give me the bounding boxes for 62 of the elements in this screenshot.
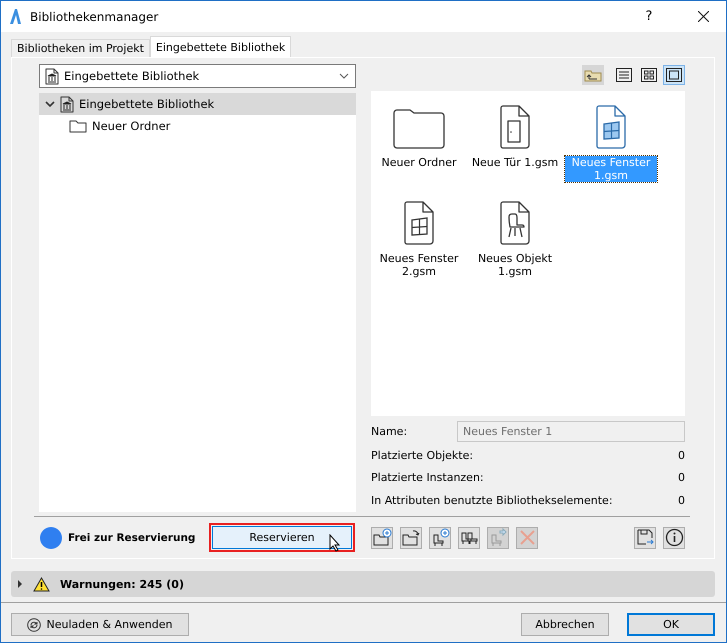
status-text: Frei zur Reservierung [68, 532, 196, 544]
warning-icon [33, 576, 50, 592]
door-icon [500, 105, 530, 149]
name-label: Name: [371, 425, 408, 438]
file-item[interactable]: Neuer Ordner [371, 101, 467, 197]
folder-icon [393, 109, 445, 149]
folder-up-icon [584, 68, 602, 82]
stat-value: 0 [678, 494, 685, 507]
reload-apply-button[interactable]: Neuladen & Anwenden [11, 613, 189, 636]
cancel-button[interactable]: Abbrechen [521, 613, 609, 636]
reserve-button[interactable]: Reservieren [212, 526, 352, 550]
stat-label: Platzierte Objekte: [371, 448, 474, 462]
name-field[interactable]: Neues Fenster 1 [457, 421, 685, 442]
tab[interactable]: Eingebettete Bibliothek [150, 36, 292, 57]
file-item[interactable]: Neue Tür 1.gsm [467, 101, 563, 197]
chevron-down-icon [339, 73, 349, 79]
tree-item[interactable]: Eingebettete Bibliothek [39, 93, 356, 115]
folder-icon [69, 119, 87, 133]
info-icon [664, 528, 684, 548]
tool-button[interactable] [458, 526, 480, 549]
tool-button[interactable] [663, 526, 685, 549]
file-item[interactable]: Neues Objekt 1.gsm [467, 197, 563, 293]
tool-button[interactable] [400, 526, 422, 549]
stat-value: 0 [678, 471, 685, 484]
window-icon [596, 105, 626, 149]
view-button[interactable] [638, 65, 660, 85]
new-folder-icon [372, 528, 392, 548]
window-icon [404, 201, 434, 245]
app-logo-icon [9, 8, 22, 25]
chair-icon [500, 201, 530, 245]
delete-icon [518, 528, 536, 548]
folder-arrow-icon [402, 528, 420, 548]
chair-arrow-icon [488, 528, 508, 548]
view-button[interactable] [663, 65, 685, 85]
library-dropdown[interactable]: Eingebettete Bibliothek [39, 64, 356, 88]
expand-arrow-icon[interactable] [17, 580, 23, 588]
tab[interactable]: Bibliotheken im Projekt [11, 39, 150, 57]
file-item[interactable]: Neues Fenster 2.gsm [371, 197, 467, 293]
tool-button[interactable] [429, 526, 451, 549]
grid-view-icon [641, 68, 657, 82]
chevron-icon[interactable] [45, 100, 55, 108]
library-icon [45, 68, 59, 84]
ok-button[interactable]: OK [627, 613, 715, 636]
add-object-icon [430, 528, 450, 548]
stat-label: In Attributen benutzte Bibliothekselemente: [371, 494, 613, 507]
view-button[interactable] [613, 65, 635, 85]
tool-button[interactable] [634, 526, 656, 549]
reload-icon [27, 618, 42, 632]
tool-button[interactable] [371, 526, 393, 549]
cursor-icon [329, 534, 341, 552]
stat-label: Platzierte Instanzen: [371, 471, 484, 484]
window-title: Bibliothekenmanager [30, 10, 160, 24]
save-icon [636, 528, 654, 548]
list-view-icon [616, 68, 632, 82]
large-icons-view-icon [666, 68, 682, 82]
tree-item[interactable]: Neuer Ordner [39, 115, 356, 137]
help-button[interactable]: ? [626, 1, 672, 32]
library-icon [60, 96, 74, 112]
warnings-bar[interactable]: Warnungen: 245 (0) [11, 571, 715, 597]
stat-value: 0 [678, 448, 685, 462]
view-button[interactable] [582, 65, 604, 85]
close-icon [698, 11, 708, 22]
